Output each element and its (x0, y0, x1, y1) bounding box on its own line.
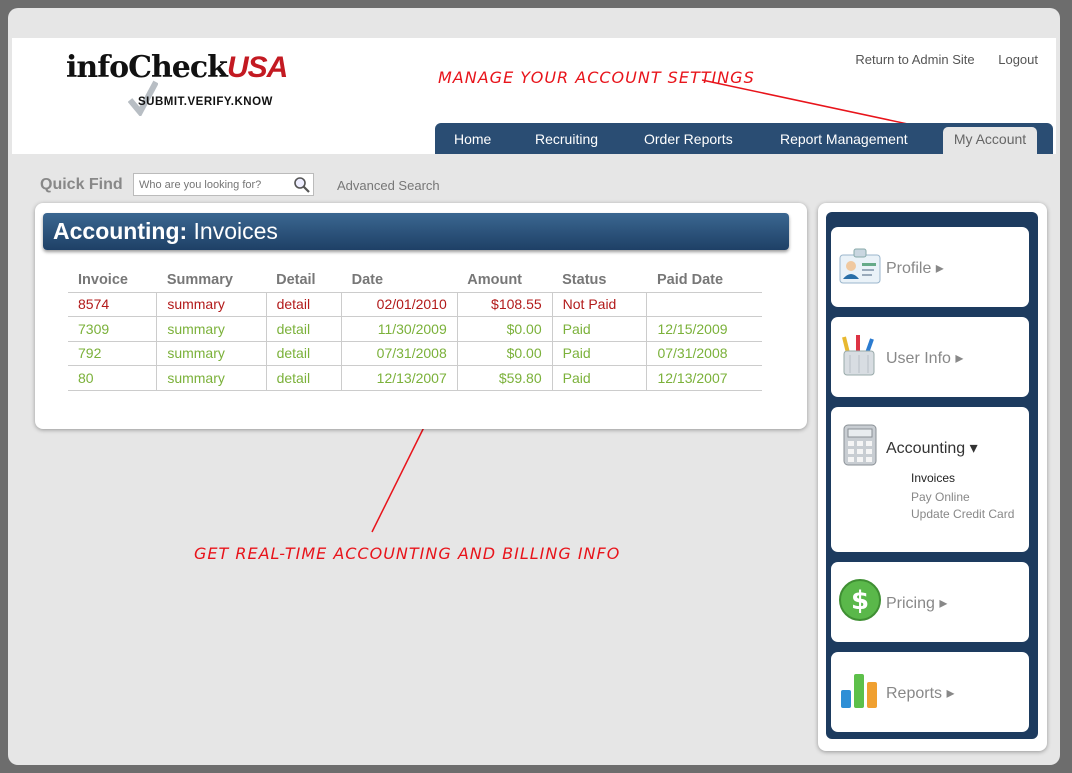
sidebar-label-user-info: User Info ▸ (886, 350, 964, 367)
sidebar-item-reports[interactable]: Reports ▸ (831, 652, 1029, 732)
detail-link[interactable]: detail (265, 341, 342, 366)
logout-link[interactable]: Logout (998, 52, 1038, 67)
invoice-status: Paid (551, 341, 647, 366)
invoice-number-link[interactable]: 8574 (68, 292, 157, 317)
invoice-paid-date: 12/15/2009 (646, 316, 762, 342)
invoice-amount: $0.00 (456, 316, 553, 342)
nav-home[interactable]: Home (454, 131, 491, 147)
account-sidebar: Profile ▸ User Info ▸ Accounting ▾ Invoi… (818, 203, 1047, 751)
nav-report-management[interactable]: Report Management (780, 131, 908, 147)
invoice-date: 07/31/2008 (341, 341, 458, 366)
top-links: Return to Admin Site Logout (835, 52, 1038, 67)
page-title-page: Invoices (193, 218, 278, 244)
invoice-status: Paid (551, 365, 647, 391)
advanced-search-link[interactable]: Advanced Search (337, 178, 440, 193)
invoice-number-link[interactable]: 80 (68, 365, 157, 391)
sidebar-label-reports: Reports ▸ (886, 685, 955, 702)
invoice-date: 02/01/2010 (341, 292, 458, 317)
table-row: 8574 summary detail 02/01/2010 $108.55 N… (68, 292, 762, 317)
quick-find-input[interactable] (133, 173, 314, 196)
sidebar-sub-pay-online[interactable]: Pay Online (911, 490, 970, 504)
page-title: Accounting: Invoices (43, 213, 789, 250)
sidebar-label-profile: Profile ▸ (886, 260, 944, 277)
svg-text:$: $ (851, 586, 869, 616)
col-paid-date: Paid Date (646, 269, 762, 293)
dollar-icon: $ (839, 579, 881, 621)
annotation-account-settings: Manage your account settings (438, 68, 755, 87)
col-detail: Detail (266, 269, 342, 293)
sidebar-label-pricing: Pricing ▸ (886, 595, 948, 612)
invoice-status: Not Paid (551, 292, 647, 317)
col-invoice: Invoice (68, 269, 157, 293)
col-date: Date (341, 269, 458, 293)
nav-my-account[interactable]: My Account (943, 127, 1037, 154)
sidebar-item-pricing[interactable]: $ Pricing ▸ (831, 562, 1029, 642)
pencil-cup-icon (842, 335, 875, 376)
summary-link[interactable]: summary (156, 365, 267, 391)
nav-order-reports[interactable]: Order Reports (644, 131, 733, 147)
infocheck-logo[interactable]: infoCheckUSA SUBMIT.VERIFY.KNOW (66, 48, 288, 122)
sidebar-item-profile[interactable]: Profile ▸ (831, 227, 1029, 307)
col-status: Status (552, 269, 647, 293)
sidebar-sub-invoices[interactable]: Invoices (911, 471, 955, 485)
table-row: 792 summary detail 07/31/2008 $0.00 Paid… (68, 341, 762, 366)
sidebar-sub-update-credit-card[interactable]: Update Credit Card (911, 507, 1014, 521)
nav-recruiting[interactable]: Recruiting (535, 131, 598, 147)
sidebar-item-accounting[interactable]: Accounting ▾ Invoices Pay Online Update … (831, 407, 1029, 552)
main-nav: Home Recruiting Order Reports Report Man… (435, 123, 1053, 154)
summary-link[interactable]: summary (156, 316, 267, 342)
detail-link[interactable]: detail (265, 316, 342, 342)
table-row: 80 summary detail 12/13/2007 $59.80 Paid… (68, 365, 762, 391)
quick-find-label: Quick Find (40, 176, 123, 193)
invoice-date: 11/30/2009 (341, 316, 458, 342)
sidebar-item-user-info[interactable]: User Info ▸ (831, 317, 1029, 397)
invoice-amount: $108.55 (456, 292, 553, 317)
col-amount: Amount (457, 269, 553, 293)
invoice-number-link[interactable]: 792 (68, 341, 157, 366)
col-summary: Summary (156, 269, 267, 293)
invoice-amount: $0.00 (456, 341, 553, 366)
logo-word-accent: USA (226, 51, 288, 84)
invoice-status: Paid (551, 316, 647, 342)
page-frame: infoCheckUSA SUBMIT.VERIFY.KNOW Return t… (8, 8, 1060, 765)
invoice-date: 12/13/2007 (341, 365, 458, 391)
invoices-panel: Accounting: Invoices Invoice Summary Det… (35, 203, 807, 429)
bar-chart-icon (841, 674, 877, 708)
sidebar-label-accounting: Accounting ▾ (886, 440, 978, 457)
summary-link[interactable]: summary (156, 341, 267, 366)
id-card-icon (839, 248, 881, 284)
invoice-paid-date: 07/31/2008 (646, 341, 762, 366)
logo-tagline: SUBMIT.VERIFY.KNOW (138, 96, 273, 108)
table-row: 7309 summary detail 11/30/2009 $0.00 Pai… (68, 316, 762, 342)
invoices-table: Invoice Summary Detail Date Amount Statu… (68, 269, 762, 391)
account-sidebar-panel: Profile ▸ User Info ▸ Accounting ▾ Invoi… (826, 212, 1038, 739)
invoice-paid-date: 12/13/2007 (646, 365, 762, 391)
invoice-amount: $59.80 (456, 365, 553, 391)
calculator-icon (843, 424, 877, 466)
summary-link[interactable]: summary (156, 292, 267, 317)
detail-link[interactable]: detail (265, 292, 342, 317)
search-icon[interactable] (293, 176, 311, 194)
annotation-accounting: Get real-time accounting and billing inf… (194, 544, 621, 563)
invoice-paid-date (646, 292, 762, 317)
return-admin-link[interactable]: Return to Admin Site (855, 52, 974, 67)
table-header-row: Invoice Summary Detail Date Amount Statu… (68, 269, 762, 293)
invoice-number-link[interactable]: 7309 (68, 316, 157, 342)
page-title-section: Accounting: (53, 218, 188, 244)
detail-link[interactable]: detail (265, 365, 342, 391)
